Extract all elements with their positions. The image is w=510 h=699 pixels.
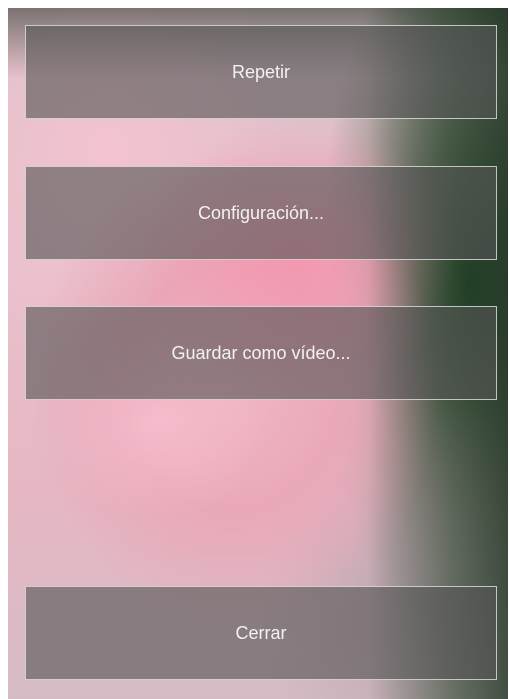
close-button[interactable]: Cerrar [25, 586, 497, 680]
repeat-button-label: Repetir [231, 61, 291, 82]
save-as-video-button[interactable]: Guardar como vídeo... [25, 306, 497, 400]
close-button-label: Cerrar [235, 622, 287, 643]
settings-button-label: Configuración... [197, 202, 325, 223]
repeat-button[interactable]: Repetir [25, 25, 497, 119]
rose-background-image: Repetir Configuración... Guardar como ví… [8, 8, 508, 699]
save-as-video-button-label: Guardar como vídeo... [171, 342, 351, 363]
settings-button[interactable]: Configuración... [25, 166, 497, 260]
